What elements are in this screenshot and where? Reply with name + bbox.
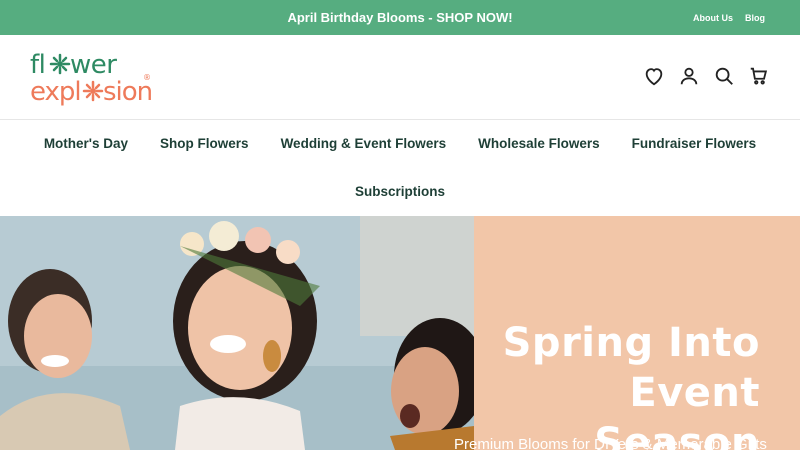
blog-link[interactable]: Blog	[745, 13, 765, 23]
nav-item-fundraiser-flowers[interactable]: Fundraiser Flowers	[632, 136, 757, 151]
search-icon[interactable]	[713, 65, 735, 87]
hero-photo	[0, 216, 474, 450]
announcement-link[interactable]: April Birthday Blooms - SHOP NOW!	[0, 0, 800, 35]
utility-links: About Us Blog	[693, 0, 765, 35]
nav-item-subscriptions[interactable]: Subscriptions	[355, 184, 445, 199]
hero-banner[interactable]: Spring Into Event Season Premium Blooms …	[0, 216, 800, 450]
nav-item-mothers-day[interactable]: Mother's Day	[44, 136, 128, 151]
announcement-bar: April Birthday Blooms - SHOP NOW! About …	[0, 0, 800, 35]
svg-text:wer: wer	[70, 50, 117, 80]
flower-explosion-logo[interactable]: fl wer expl sion ®	[30, 50, 155, 107]
svg-text:expl: expl	[30, 77, 81, 106]
hero-title: Spring Into Event Season	[460, 318, 760, 450]
main-navigation: Mother's Day Shop Flowers Wedding & Even…	[0, 120, 800, 216]
site-header: fl wer expl sion ®	[0, 35, 800, 120]
nav-item-shop-flowers[interactable]: Shop Flowers	[160, 136, 249, 151]
cart-icon[interactable]	[748, 65, 770, 87]
hero-subtitle: Premium Blooms for DIYers & Memorable Gi…	[454, 436, 767, 450]
svg-text:fl: fl	[30, 50, 45, 80]
account-icon[interactable]	[678, 65, 700, 87]
nav-item-wholesale-flowers[interactable]: Wholesale Flowers	[478, 136, 600, 151]
header-actions	[643, 65, 770, 87]
nav-item-wedding-event-flowers[interactable]: Wedding & Event Flowers	[281, 136, 447, 151]
svg-text:®: ®	[143, 73, 151, 82]
about-us-link[interactable]: About Us	[693, 13, 733, 23]
hero-title-line-1: Spring Into	[502, 320, 760, 366]
heart-icon[interactable]	[643, 65, 665, 87]
